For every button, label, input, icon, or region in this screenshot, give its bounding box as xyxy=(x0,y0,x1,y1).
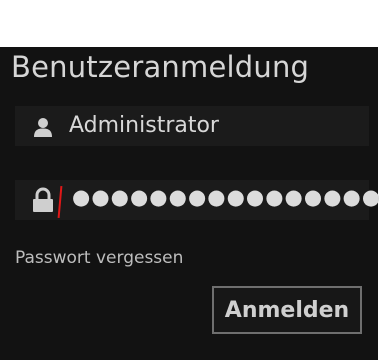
username-field[interactable]: Administrator xyxy=(15,106,369,146)
text-caret xyxy=(57,185,63,219)
password-masked-value: ●●●●●●●●●●●●●●●● xyxy=(72,185,382,209)
forgot-password-link[interactable]: Passwort vergessen xyxy=(15,248,183,268)
password-field[interactable]: ●●●●●●●●●●●●●●●● xyxy=(15,180,380,220)
lock-icon xyxy=(33,187,53,212)
login-button[interactable]: Anmelden xyxy=(212,286,362,334)
username-value: Administrator xyxy=(69,113,219,138)
page-title: Benutzeranmeldung xyxy=(11,50,310,84)
user-icon xyxy=(34,118,52,137)
